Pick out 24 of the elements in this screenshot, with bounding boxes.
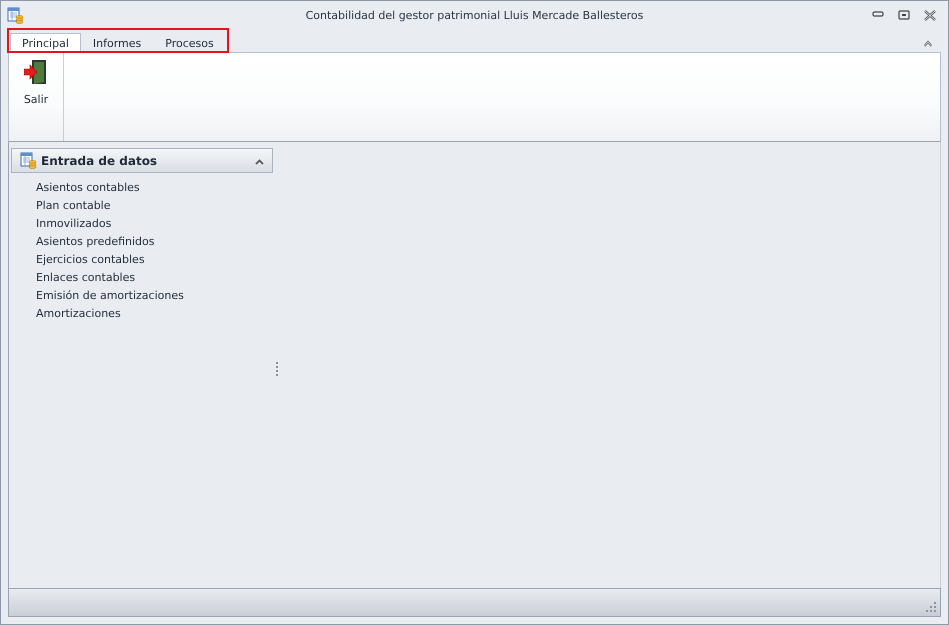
minimize-icon[interactable] bbox=[872, 10, 884, 18]
nav-link[interactable]: Inmovilizados bbox=[36, 215, 112, 233]
nav-link[interactable]: Asientos contables bbox=[36, 179, 140, 197]
close-icon[interactable] bbox=[924, 10, 936, 20]
nav-link[interactable]: Amortizaciones bbox=[36, 305, 121, 323]
nav-link[interactable]: Enlaces contables bbox=[36, 269, 136, 287]
window-title: Contabilidad del gestor patrimonial Lluis Mercade Ballesteros bbox=[306, 8, 644, 22]
exit-button[interactable]: Salir bbox=[18, 53, 54, 113]
ribbon-tab[interactable]: Informes bbox=[80, 33, 154, 52]
door-exit-icon bbox=[24, 59, 48, 85]
group-header[interactable]: Entrada de datos bbox=[11, 148, 273, 173]
group-title: Entrada de datos bbox=[41, 154, 158, 168]
app-icon bbox=[7, 6, 24, 24]
ribbon-tab[interactable]: Procesos bbox=[153, 33, 226, 52]
nav-link[interactable]: Asientos predefinidos bbox=[36, 233, 155, 251]
ribbon-tab[interactable]: Principal bbox=[10, 33, 81, 52]
nav-link[interactable]: Plan contable bbox=[36, 197, 111, 215]
maximize-icon[interactable] bbox=[898, 10, 910, 20]
nav-link[interactable]: Emisión de amortizaciones bbox=[36, 287, 184, 305]
nav-link[interactable]: Ejercicios contables bbox=[36, 251, 145, 269]
splitter-handle[interactable] bbox=[275, 362, 278, 377]
collapse-icon[interactable] bbox=[923, 40, 933, 47]
resize-grip-icon[interactable] bbox=[926, 602, 937, 613]
group-icon bbox=[20, 152, 37, 169]
